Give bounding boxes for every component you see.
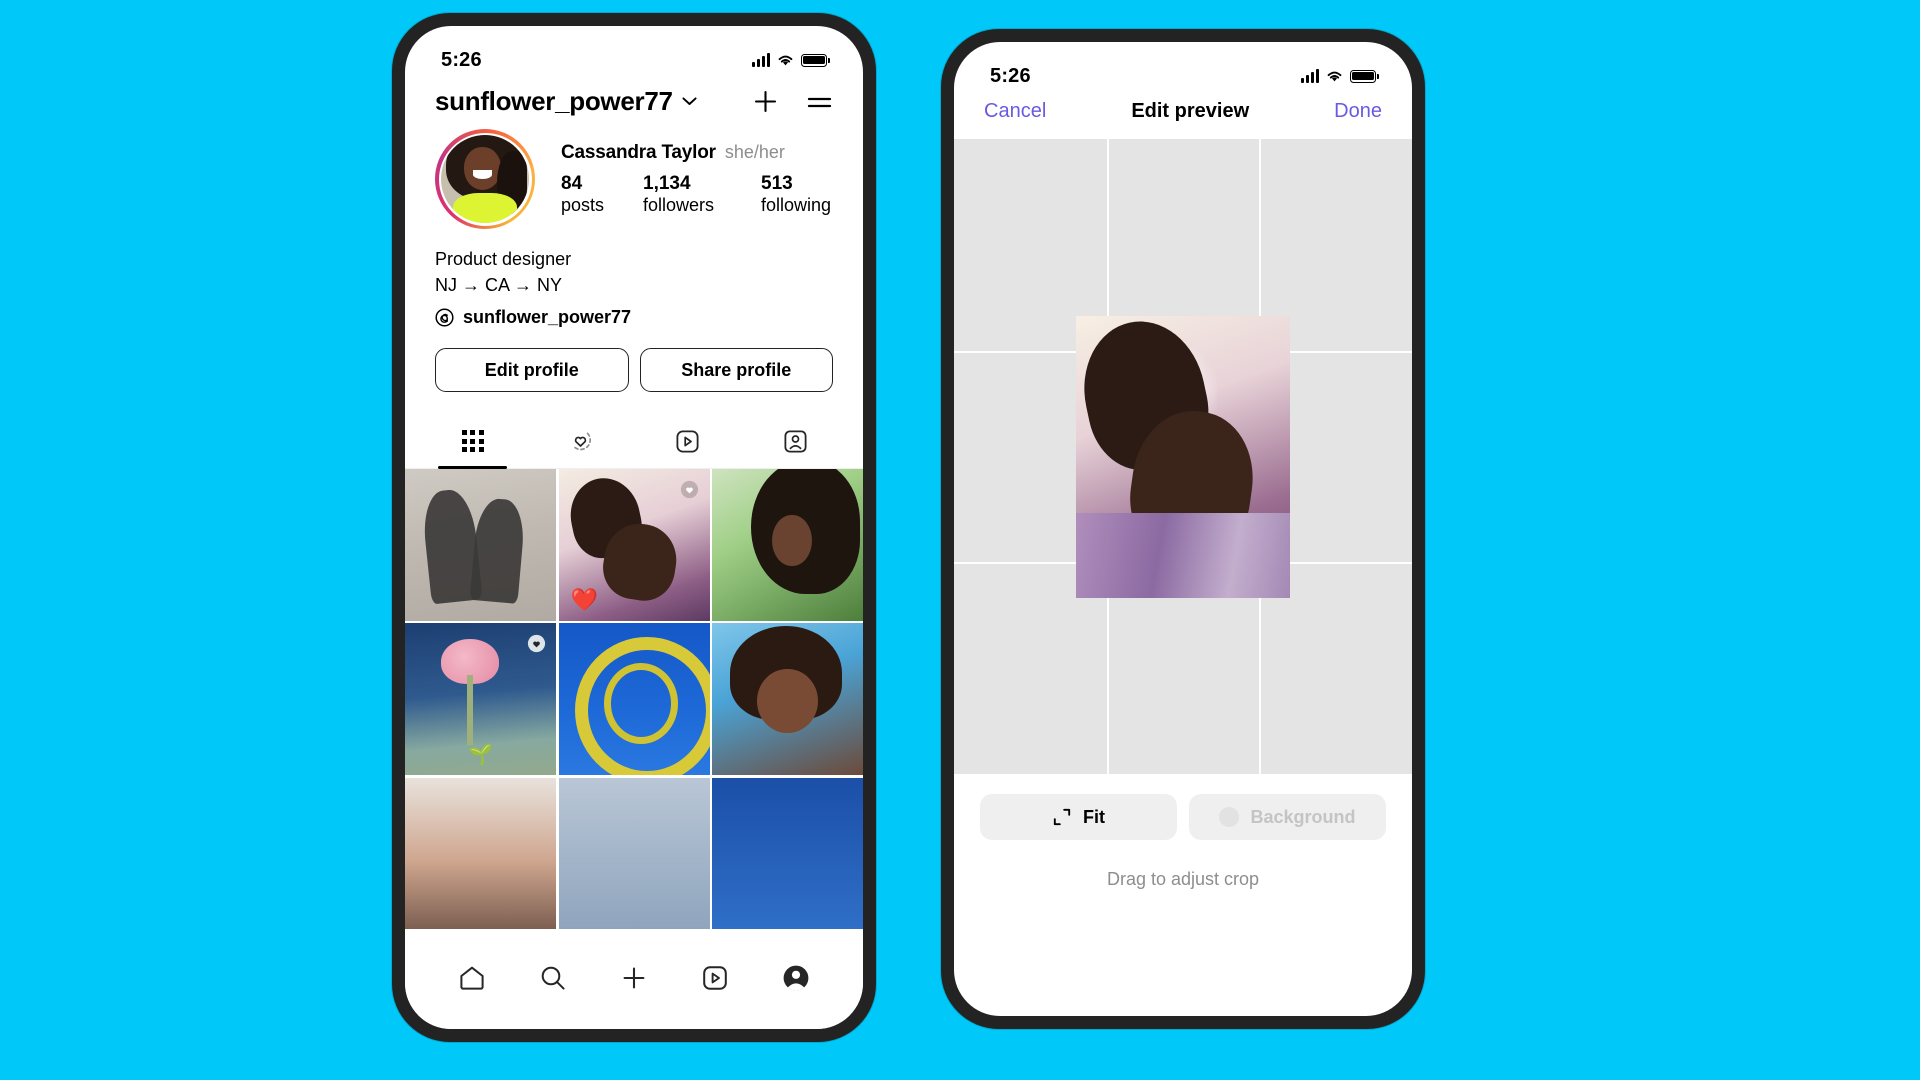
reels-play-icon [676,430,699,453]
collab-icon [525,632,547,654]
stat-followers-count: 1,134 [643,172,691,194]
crop-stage[interactable] [954,139,1412,774]
profile-summary-row: Cassandra Taylor she/her 84 posts 1,134 … [405,129,863,229]
profile-full-name: Cassandra Taylor [561,141,716,163]
post-partial-a[interactable] [405,777,556,930]
stat-followers-label: followers [643,195,715,216]
profile-avatar-icon [783,965,809,991]
edit-preview-topbar: Cancel Edit preview Done [954,96,1412,139]
threads-icon [435,308,454,327]
threads-link[interactable]: sunflower_power77 [435,307,833,328]
status-time: 5:26 [990,64,1031,87]
wifi-icon [1327,71,1342,81]
heart-sparkle-icon [572,432,591,450]
post-partial-c[interactable] [712,777,863,930]
crop-hint-text: Drag to adjust crop [1106,869,1260,889]
status-icons [1301,69,1379,83]
stat-following[interactable]: 513 following [761,173,853,217]
status-icons [752,53,830,67]
post-earring-portrait[interactable] [712,469,863,621]
nav-reels[interactable] [700,963,730,993]
threads-handle: sunflower_power77 [463,307,632,328]
cancel-button[interactable]: Cancel [984,100,1046,123]
background-button-label: Background [1250,806,1356,827]
edit-profile-button[interactable]: Edit profile [435,348,629,393]
home-icon [459,966,484,990]
reels-play-icon [703,966,727,990]
post-two-friends[interactable]: ❤️ [558,469,710,621]
tab-tagged[interactable] [742,414,850,468]
tab-grid[interactable] [419,414,527,470]
stat-posts[interactable]: 84 posts [561,173,643,217]
phone-right-screen: 5:26 Cancel Edit preview Done Fit Backgr… [954,42,1412,1016]
done-button[interactable]: Done [1334,100,1382,123]
status-bar-left: 5:26 [405,26,863,80]
chevron-down-icon [682,97,697,105]
wifi-icon [778,55,793,65]
nav-profile[interactable] [781,963,811,993]
cellular-signal-icon [1301,69,1319,83]
tab-reels[interactable] [634,414,742,468]
profile-meta: Cassandra Taylor she/her 84 posts 1,134 … [535,142,853,217]
fit-crop-icon [1053,808,1071,826]
stat-posts-count: 84 [561,172,583,194]
profile-bio: Product designer NJ → CA → NY sunflower_… [405,229,863,328]
bio-line-2: NJ → CA → NY [435,274,563,295]
profile-action-buttons: Edit profile Share profile [405,328,863,393]
profile-tabs [405,414,863,470]
phone-left-screen: 5:26 sunflower_power77 Cassandra Taylor … [405,26,863,1029]
plus-icon [623,967,645,989]
nav-search[interactable] [538,963,568,993]
status-time: 5:26 [441,48,482,71]
cellular-signal-icon [752,53,770,67]
post-pink-flower[interactable]: 🌱 [405,623,556,776]
grid-icon [461,430,484,453]
profile-avatar[interactable] [435,129,535,229]
profile-pronouns: she/her [724,141,785,162]
post-shadow-couple[interactable] [405,469,556,621]
stat-followers[interactable]: 1,134 followers [643,173,761,217]
stat-posts-label: posts [561,195,605,216]
fit-button-label: Fit [1083,806,1105,827]
profile-topbar-actions [752,88,833,115]
crop-tools: Fit Background [954,774,1412,840]
stat-following-count: 513 [761,172,793,194]
profile-topbar: sunflower_power77 [405,80,863,129]
background-button[interactable]: Background [1189,794,1386,840]
username-dropdown[interactable]: sunflower_power77 [435,86,697,117]
post-laughing-portrait[interactable] [712,623,863,776]
search-icon [541,966,565,990]
profile-username: sunflower_power77 [435,86,673,116]
status-bar-right: 5:26 [954,42,1412,96]
post-grid: ❤️ 🌱 [405,469,863,943]
nav-create[interactable] [619,963,649,993]
share-profile-button[interactable]: Share profile [639,348,833,393]
post-heart-overlay: ❤️ [570,586,598,612]
bottom-nav [405,943,863,1029]
hamburger-menu-icon[interactable] [806,92,833,112]
battery-full-icon [801,53,830,67]
crop-preview-photo[interactable] [1076,315,1290,598]
background-color-icon [1219,807,1240,827]
avatar-image [441,135,529,223]
plus-icon[interactable] [752,88,779,115]
post-ferris-wheel[interactable] [558,623,710,776]
screenshot-canvas: 5:26 sunflower_power77 Cassandra Taylor … [0,0,1920,1080]
post-partial-b[interactable] [558,777,710,930]
fit-button[interactable]: Fit [980,794,1177,840]
stat-following-label: following [761,195,832,216]
bio-line-1: Product designer [435,249,572,269]
collab-icon [679,478,701,500]
battery-full-icon [1350,69,1379,83]
phone-left: 5:26 sunflower_power77 Cassandra Taylor … [392,13,876,1042]
profile-stats: 84 posts 1,134 followers 513 following [561,173,853,217]
phone-right: 5:26 Cancel Edit preview Done Fit Backgr… [941,29,1425,1029]
edit-preview-title: Edit preview [1131,100,1250,122]
profile-name-line: Cassandra Taylor she/her [561,142,853,164]
post-pin-overlay: 🌱 [468,744,493,767]
nav-home[interactable] [457,963,487,993]
tagged-person-icon [784,430,807,453]
tab-collabs[interactable] [527,414,635,468]
